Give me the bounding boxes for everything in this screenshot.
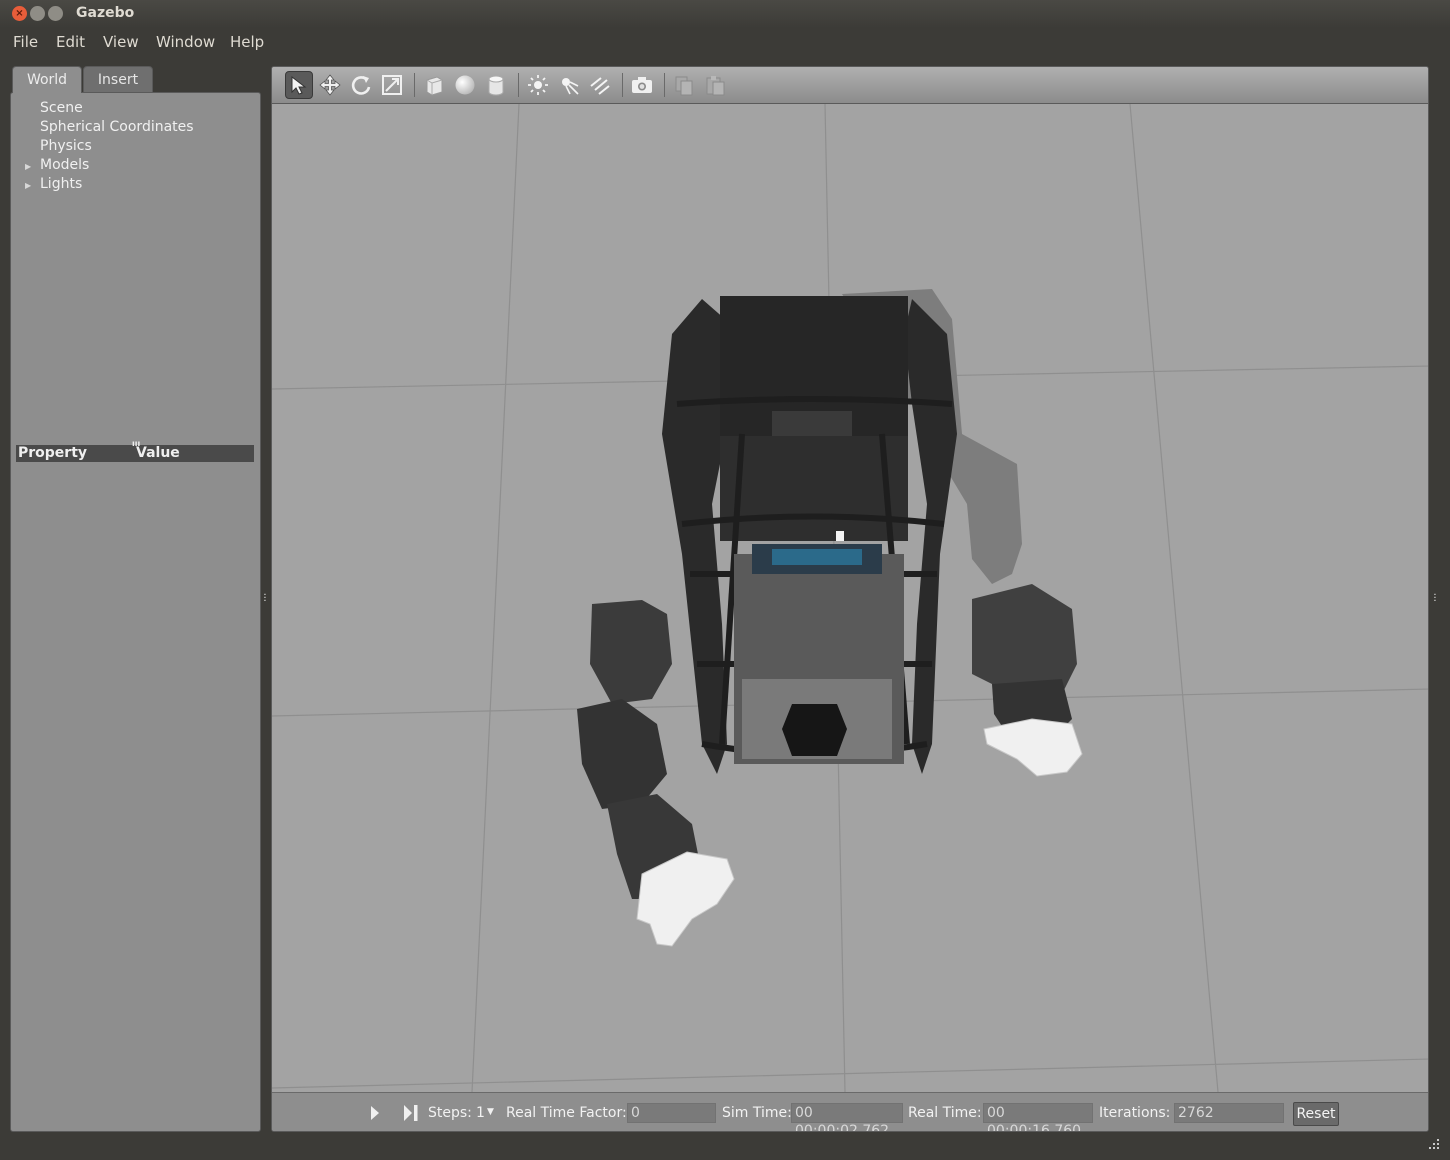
menu-help[interactable]: Help — [230, 33, 264, 51]
atlas-robot-model[interactable] — [577, 296, 1083, 947]
window-title: Gazebo — [76, 5, 135, 21]
spot-light-icon[interactable] — [555, 71, 583, 99]
tree-item-physics[interactable]: Physics — [40, 138, 92, 154]
real-time-field: 00 00:00:16.760 — [983, 1103, 1093, 1131]
menu-edit[interactable]: Edit — [56, 33, 85, 51]
paste-icon[interactable] — [701, 71, 729, 99]
real-time-factor-field: 0 — [627, 1103, 716, 1123]
directional-light-icon[interactable] — [586, 71, 614, 99]
render-viewport: Steps: 1 ▼ Real Time Factor: 0 Sim Time:… — [271, 66, 1429, 1132]
expand-arrow-icon[interactable]: ▶ — [25, 162, 31, 171]
rotate-mode-icon[interactable] — [347, 71, 375, 99]
step-icon[interactable] — [403, 1104, 419, 1122]
toolbar-separator — [664, 73, 665, 97]
sim-time-label: Sim Time: — [722, 1105, 792, 1121]
menu-bar: File Edit View Window Help — [0, 28, 1450, 56]
sphere-icon[interactable] — [451, 71, 479, 99]
world-panel — [10, 92, 261, 1132]
expand-arrow-icon[interactable]: ▶ — [25, 181, 31, 190]
tree-item-scene[interactable]: Scene — [40, 100, 83, 116]
minimize-window-button[interactable] — [30, 6, 45, 21]
splitter-handle-icon[interactable]: · · · — [1432, 591, 1438, 607]
steps-spinner[interactable]: 1 — [476, 1105, 485, 1121]
translate-mode-icon[interactable] — [316, 71, 344, 99]
select-mode-icon[interactable] — [285, 71, 313, 99]
tab-world[interactable]: World — [12, 66, 82, 93]
tree-item-lights[interactable]: Lights — [40, 176, 82, 192]
status-bar: Steps: 1 ▼ Real Time Factor: 0 Sim Time:… — [272, 1092, 1428, 1131]
tree-item-models[interactable]: Models — [40, 157, 89, 173]
toolbar-separator — [414, 73, 415, 97]
reset-button[interactable]: Reset — [1293, 1102, 1339, 1126]
real-time-factor-label: Real Time Factor: — [506, 1105, 627, 1121]
toolbar-separator — [518, 73, 519, 97]
splitter-handle-icon[interactable]: · · · — [262, 591, 268, 607]
cylinder-icon[interactable] — [482, 71, 510, 99]
resize-grip-icon[interactable] — [1428, 1138, 1440, 1150]
toolbar — [272, 67, 1428, 104]
maximize-window-button[interactable] — [48, 6, 63, 21]
iterations-label: Iterations: — [1099, 1105, 1171, 1121]
chevron-down-icon[interactable]: ▼ — [487, 1107, 494, 1117]
toolbar-separator — [622, 73, 623, 97]
menu-window[interactable]: Window — [156, 33, 215, 51]
play-icon[interactable] — [370, 1105, 380, 1121]
tab-insert[interactable]: Insert — [83, 66, 153, 93]
sim-time-field: 00 00:00:02.762 — [791, 1103, 903, 1131]
3d-scene[interactable] — [272, 104, 1428, 1092]
value-column-header[interactable]: Value — [136, 445, 180, 461]
screenshot-icon[interactable] — [628, 71, 656, 99]
close-window-button[interactable]: × — [12, 6, 27, 21]
property-column-header[interactable]: Property — [18, 445, 87, 461]
property-table-header: Property ııı Value — [16, 439, 254, 462]
scale-mode-icon[interactable] — [378, 71, 406, 99]
box-icon[interactable] — [420, 71, 448, 99]
menu-file[interactable]: File — [13, 33, 38, 51]
menu-view[interactable]: View — [103, 33, 139, 51]
real-time-label: Real Time: — [908, 1105, 982, 1121]
tree-item-spherical-coordinates[interactable]: Spherical Coordinates — [40, 119, 194, 135]
iterations-field: 2762 — [1174, 1103, 1284, 1123]
steps-label: Steps: — [428, 1105, 472, 1121]
point-light-icon[interactable] — [524, 71, 552, 99]
copy-icon[interactable] — [670, 71, 698, 99]
title-bar: × Gazebo — [0, 0, 1450, 28]
